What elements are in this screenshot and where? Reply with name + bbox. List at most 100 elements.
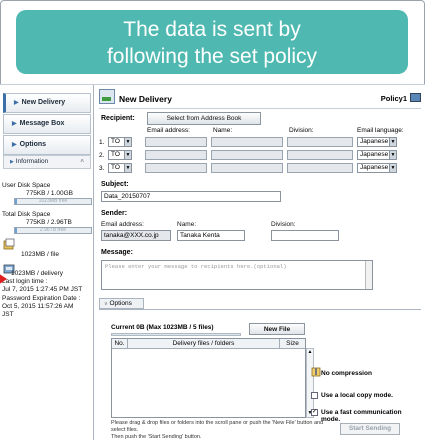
recipient-label: Recipient:: [101, 115, 135, 122]
message-scrollbar[interactable]: [365, 261, 372, 289]
recipient-division-field[interactable]: [287, 163, 353, 173]
recipient-email-field[interactable]: [145, 163, 207, 173]
information-label: Information: [15, 158, 49, 165]
password-expiration-timezone: JST: [2, 311, 14, 318]
recipient-row-number: 1.: [99, 139, 105, 146]
sidebar-item-new-delivery[interactable]: ▶ New Delivery: [3, 93, 91, 113]
pointer-arrow-icon: [0, 273, 7, 285]
chevron-down-icon: ▼: [124, 164, 131, 172]
chevron-down-icon: ▼: [389, 151, 396, 159]
information-header[interactable]: ▶ Information ˄: [3, 155, 91, 169]
table-header-no: No.: [112, 339, 128, 349]
subject-field[interactable]: Data_20150707: [101, 191, 281, 202]
recipient-type-select[interactable]: TO ▼: [108, 163, 132, 173]
fast-mode-checkbox[interactable]: ✓: [311, 409, 318, 416]
name-column-header: Name:: [213, 127, 233, 134]
user-disk-usage-bar: 1023MB free: [14, 198, 92, 205]
division-column-header: Division:: [289, 127, 314, 134]
local-copy-label[interactable]: Use a local copy mode.: [321, 392, 393, 399]
recipient-language-select[interactable]: Japanese ▼: [357, 137, 397, 147]
divider: [99, 108, 421, 109]
options-toggle-label: Options: [109, 300, 132, 307]
banner-line-2: following the set policy: [106, 45, 318, 68]
file-size-icon: [3, 238, 15, 250]
recipient-language-value: Japanese: [360, 164, 389, 171]
files-section: Current 0B (Max 1023MB / 5 files) New Fi…: [99, 309, 421, 440]
recipient-division-field[interactable]: [287, 137, 353, 147]
recipient-type-select[interactable]: TO ▼: [108, 150, 132, 160]
password-expiration-label: Password Expiration Date :: [2, 295, 81, 302]
sender-email-header: Email address:: [101, 221, 144, 228]
recipient-email-field[interactable]: [145, 150, 207, 160]
sidebar-item-options[interactable]: ▶ Options: [3, 135, 91, 155]
recipient-name-field[interactable]: [211, 150, 283, 160]
recipient-name-field[interactable]: [211, 163, 283, 173]
policy-icon[interactable]: [410, 93, 421, 102]
local-copy-checkbox[interactable]: [311, 392, 318, 399]
title-row: New Delivery Policy1: [99, 89, 421, 107]
recipient-language-select[interactable]: Japanese ▼: [357, 150, 397, 160]
banner-line-1: The data is sent by: [123, 18, 301, 41]
page-title: New Delivery: [119, 94, 172, 104]
chevron-right-icon: ▶: [14, 100, 19, 106]
main-panel: New Delivery Policy1 Recipient: Select f…: [95, 85, 425, 440]
sidebar-item-label: New Delivery: [21, 99, 66, 106]
total-disk-free: 2.96TB free: [39, 227, 67, 233]
app-window: ▶ New Delivery ▶ Message Box ▶ Options ▶ In…: [0, 84, 425, 440]
message-label: Message:: [101, 249, 133, 256]
total-disk-usage-fill: [15, 228, 17, 233]
scroll-up-icon[interactable]: ▲: [307, 349, 313, 356]
sidebar-item-label: Options: [19, 141, 47, 148]
chevron-down-icon: ▼: [124, 151, 131, 159]
capacity-bar: [111, 333, 241, 336]
recipient-division-field[interactable]: [287, 150, 353, 160]
new-delivery-icon: [99, 89, 115, 104]
chevron-right-icon: ▶: [12, 142, 17, 148]
address-book-button[interactable]: Select from Address Book: [147, 112, 261, 125]
max-file-size: 1023MB / file: [21, 251, 59, 258]
email-column-header: Email address:: [147, 127, 190, 134]
new-file-button[interactable]: New File: [249, 323, 305, 335]
language-column-header: Email language:: [357, 127, 404, 134]
message-placeholder: Please enter your message to recipients …: [105, 263, 287, 270]
sidebar-item-message-box[interactable]: ▶ Message Box: [3, 114, 91, 134]
total-disk-space-value: 775KB / 2.96TB: [26, 219, 72, 226]
last-login-value: Jul 7, 2015 1:27:45 PM JST: [2, 286, 83, 293]
instructions-line-2: Then push the 'Start Sending' button.: [111, 434, 202, 440]
options-toggle[interactable]: ∨ Options: [99, 298, 144, 309]
user-disk-space-label: User Disk Space: [2, 182, 51, 189]
fast-mode-label[interactable]: Use a fast communication mode.: [321, 409, 421, 423]
chevron-right-icon: ▶: [12, 121, 17, 127]
chevron-down-icon: ▼: [124, 138, 131, 146]
delivery-files-table[interactable]: No. Delivery files / folders Size: [111, 338, 306, 418]
policy-label: Policy1: [380, 94, 407, 103]
sender-name-field[interactable]: Tanaka Kenta: [177, 230, 245, 241]
sender-division-header: Division:: [271, 221, 296, 228]
current-size-label: Current 0B (Max 1023MB / 5 files): [111, 324, 214, 331]
start-sending-button[interactable]: Start Sending: [340, 423, 400, 435]
recipient-type-value: TO: [111, 138, 120, 145]
subject-label: Subject:: [101, 181, 129, 188]
last-login-label: Last login time :: [2, 278, 48, 285]
recipient-language-value: Japanese: [360, 138, 389, 145]
chevron-down-icon: ▼: [389, 138, 396, 146]
recipient-language-value: Japanese: [360, 151, 389, 158]
message-textarea[interactable]: Please enter your message to recipients …: [101, 260, 373, 290]
recipient-email-field[interactable]: [145, 137, 207, 147]
sender-name-header: Name:: [177, 221, 197, 228]
table-header-size: Size: [280, 339, 305, 349]
table-header-files: Delivery files / folders: [128, 339, 280, 349]
sender-division-field[interactable]: [271, 230, 339, 241]
files-scrollbar[interactable]: ▲ ▼: [306, 348, 314, 418]
user-disk-free: 1023MB free: [38, 198, 68, 204]
chevron-right-icon: ▶: [10, 159, 14, 165]
recipient-name-field[interactable]: [211, 137, 283, 147]
collapse-up-icon: ˄: [80, 158, 84, 165]
zip-folder-icon: [311, 367, 321, 377]
recipient-type-select[interactable]: TO ▼: [108, 137, 132, 147]
total-disk-usage-bar: 2.96TB free: [14, 227, 92, 234]
sender-email-field: tanaka@XXX.co.jp: [101, 230, 171, 241]
sidebar-item-label: Message Box: [19, 120, 65, 127]
recipient-language-select[interactable]: Japanese ▼: [357, 163, 397, 173]
recipient-row-number: 3.: [99, 165, 105, 172]
